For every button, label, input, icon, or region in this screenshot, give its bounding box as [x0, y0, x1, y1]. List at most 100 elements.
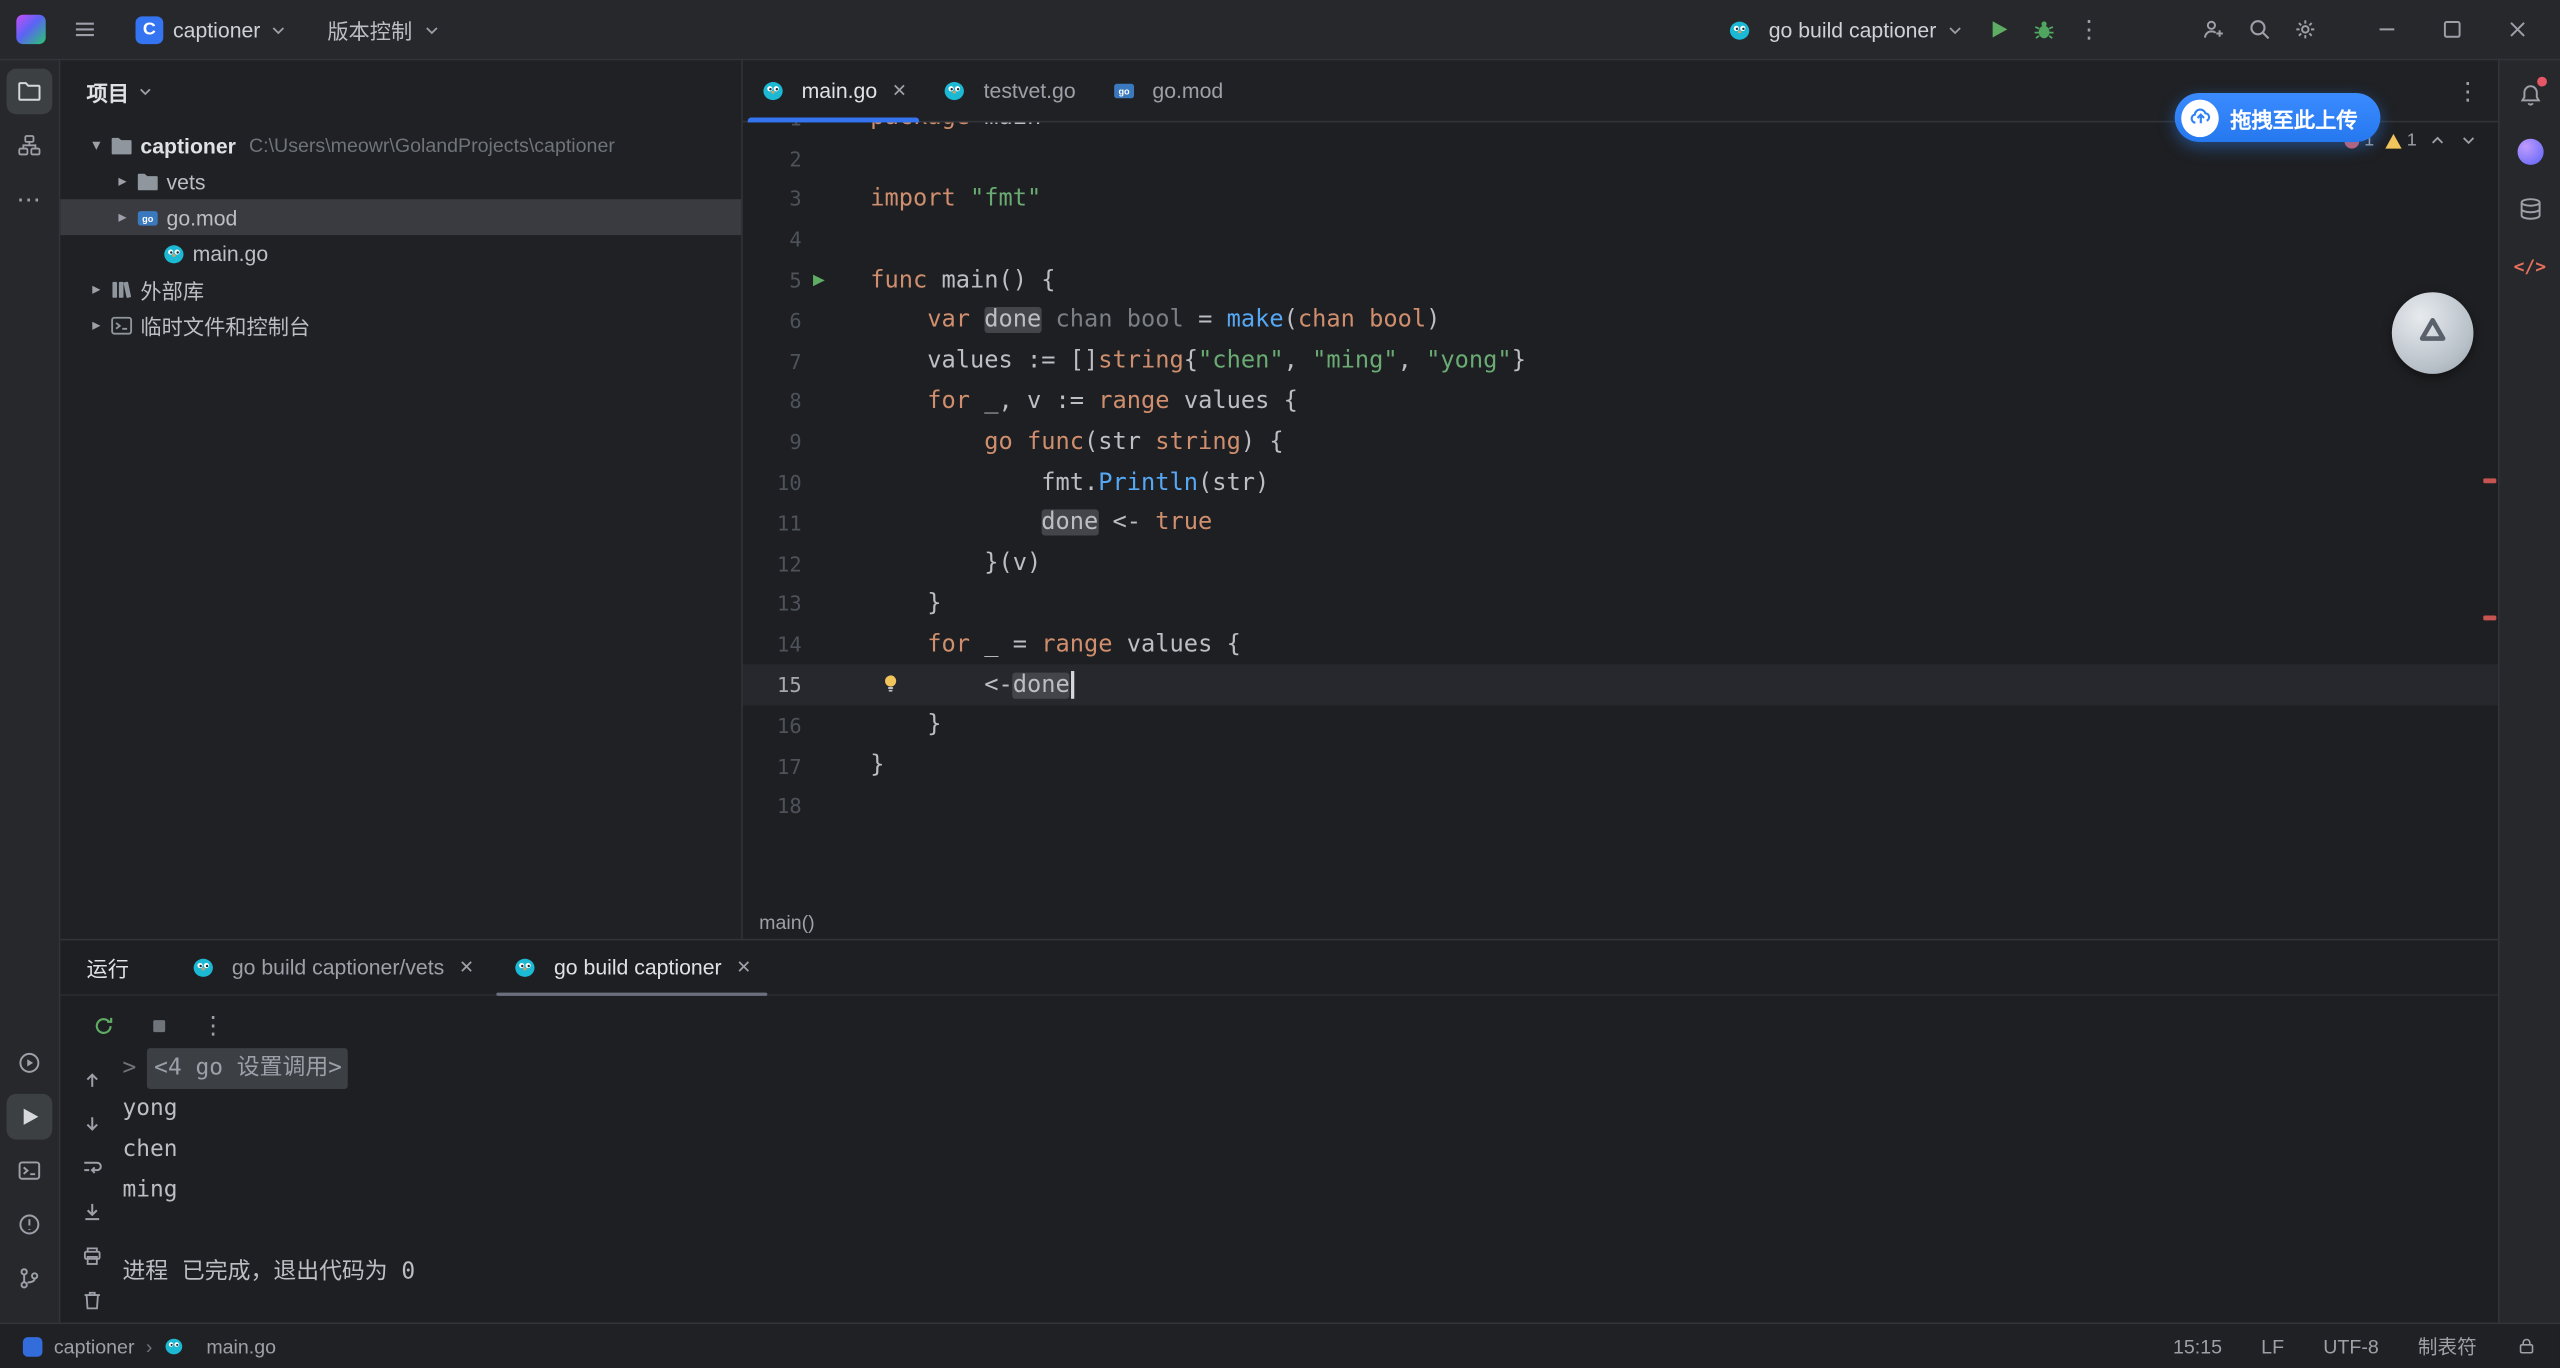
code-token[interactable]: (: [1284, 308, 1298, 334]
code-token[interactable]: }: [870, 712, 941, 738]
gutter-slot[interactable]: [802, 624, 871, 664]
code-text[interactable]: values := []string{"chen", "ming", "yong…: [870, 348, 1526, 374]
code-token[interactable]: "fmt": [970, 186, 1041, 212]
code-token[interactable]: ): [1426, 308, 1440, 334]
code-text[interactable]: done <- true: [870, 510, 1212, 536]
gutter-slot[interactable]: [802, 219, 871, 259]
console-line-3[interactable]: [122, 1211, 2481, 1252]
code-text[interactable]: package main: [870, 122, 1041, 131]
code-line-7[interactable]: 7 values := []string{"chen", "ming", "yo…: [743, 341, 2498, 381]
project-tree-row-4[interactable]: ▸外部库: [60, 271, 741, 307]
code-line-11[interactable]: 11 done <- true: [743, 503, 2498, 543]
file-encoding[interactable]: UTF-8: [2323, 1335, 2379, 1358]
code-token[interactable]: make: [1227, 308, 1284, 334]
search-everywhere-button[interactable]: [2237, 7, 2283, 53]
vcs-widget[interactable]: 版本控制: [316, 8, 452, 50]
gutter-slot[interactable]: [802, 381, 871, 421]
code-token[interactable]: main: [970, 122, 1041, 131]
line-number[interactable]: 17: [743, 754, 802, 778]
gutter-slot[interactable]: [802, 462, 871, 502]
lock-icon[interactable]: [2516, 1336, 2537, 1357]
gutter-slot[interactable]: [802, 746, 871, 786]
warning-count[interactable]: 1: [2386, 131, 2417, 151]
code-token[interactable]: range: [1041, 631, 1112, 657]
clear-console-button[interactable]: [73, 1282, 109, 1318]
editor-tab-1[interactable]: testvet.go: [925, 60, 1094, 120]
code-token[interactable]: [956, 186, 970, 212]
code-line-16[interactable]: 16 }: [743, 705, 2498, 745]
assistant-floating-button[interactable]: [2392, 292, 2474, 374]
folded-command-text[interactable]: <4 go 设置调用>: [148, 1048, 349, 1089]
tree-chevron-icon[interactable]: ▾: [83, 136, 109, 154]
line-number[interactable]: 16: [743, 713, 802, 737]
project-tree-row-2[interactable]: ▸gogo.mod: [60, 199, 741, 235]
line-number[interactable]: 3: [743, 187, 802, 211]
project-widget[interactable]: C captioner: [124, 8, 299, 50]
code-token[interactable]: [1041, 308, 1055, 334]
code-text[interactable]: }(v): [870, 550, 1041, 576]
tab-options-button[interactable]: ⋮: [2452, 75, 2485, 108]
code-token[interactable]: [970, 308, 984, 334]
code-token[interactable]: [870, 389, 927, 415]
code-text[interactable]: go func(str string) {: [870, 429, 1283, 455]
code-token[interactable]: func: [870, 267, 927, 293]
code-token[interactable]: }: [870, 591, 941, 617]
console-line-4[interactable]: 进程 已完成，退出代码为 0: [122, 1252, 2481, 1293]
window-maximize-button[interactable]: [2420, 0, 2485, 59]
error-stripe-mark[interactable]: [2483, 478, 2496, 483]
gutter-slot[interactable]: [802, 786, 871, 826]
code-token[interactable]: [870, 631, 927, 657]
statusbar-file[interactable]: main.go: [206, 1335, 276, 1358]
print-button[interactable]: [73, 1238, 109, 1274]
line-number[interactable]: 11: [743, 511, 802, 535]
code-token[interactable]: func: [1027, 429, 1084, 455]
code-token[interactable]: (str): [1198, 469, 1269, 495]
line-number[interactable]: 9: [743, 430, 802, 454]
console-more-button[interactable]: ⋮: [196, 1007, 232, 1043]
run-tab-0[interactable]: go build captioner/vets✕: [171, 940, 493, 994]
stop-button[interactable]: [140, 1007, 176, 1043]
gutter-slot[interactable]: [802, 543, 871, 583]
code-token[interactable]: range: [1098, 389, 1169, 415]
tab-close-icon[interactable]: ✕: [459, 957, 474, 978]
project-tool-button[interactable]: [7, 69, 53, 115]
code-line-2[interactable]: 2: [743, 138, 2498, 178]
code-line-18[interactable]: 18: [743, 786, 2498, 826]
gutter-slot[interactable]: [802, 341, 871, 381]
console-line-2[interactable]: ming: [122, 1171, 2481, 1212]
code-with-me-button[interactable]: [2191, 7, 2237, 53]
code-token[interactable]: go: [984, 429, 1013, 455]
caret-position[interactable]: 15:15: [2173, 1335, 2222, 1358]
prev-problem-button[interactable]: [2428, 131, 2448, 151]
ai-assistant-button[interactable]: [2507, 129, 2553, 175]
code-token[interactable]: ,: [1284, 348, 1313, 374]
fold-marker-icon[interactable]: >: [122, 1048, 136, 1089]
code-token[interactable]: true: [1155, 510, 1212, 536]
endpoints-tool-button[interactable]: </>: [2507, 243, 2553, 289]
line-number[interactable]: 15: [743, 673, 802, 697]
code-token[interactable]: string: [1098, 348, 1184, 374]
code-token[interactable]: values := []: [870, 348, 1098, 374]
code-text[interactable]: for _, v := range values {: [870, 389, 1298, 415]
code-line-10[interactable]: 10 fmt.Println(str): [743, 462, 2498, 502]
code-token[interactable]: (str: [1084, 429, 1155, 455]
line-number[interactable]: 2: [743, 146, 802, 170]
code-token[interactable]: [870, 308, 927, 334]
run-config-widget[interactable]: go build captioner: [1717, 8, 1976, 50]
code-token[interactable]: }: [870, 753, 884, 779]
settings-button[interactable]: [2282, 7, 2328, 53]
console-folded-line[interactable]: > <4 go 设置调用>: [122, 1048, 2481, 1089]
code-token[interactable]: Println: [1098, 469, 1198, 495]
code-line-8[interactable]: 8 for _, v := range values {: [743, 381, 2498, 421]
indent-style[interactable]: 制表符: [2418, 1332, 2477, 1360]
code-token[interactable]: "chen": [1198, 348, 1284, 374]
code-editor[interactable]: 1package main23import "fmt"45▶func main(…: [743, 122, 2498, 906]
gutter-slot[interactable]: [802, 179, 871, 219]
gutter-slot[interactable]: [802, 122, 871, 138]
code-token[interactable]: =: [1184, 308, 1227, 334]
services-tool-button[interactable]: [7, 1040, 53, 1086]
code-line-13[interactable]: 13 }: [743, 584, 2498, 624]
notifications-button[interactable]: [2507, 72, 2553, 118]
tab-close-icon[interactable]: ✕: [892, 80, 907, 101]
gutter-slot[interactable]: [802, 503, 871, 543]
